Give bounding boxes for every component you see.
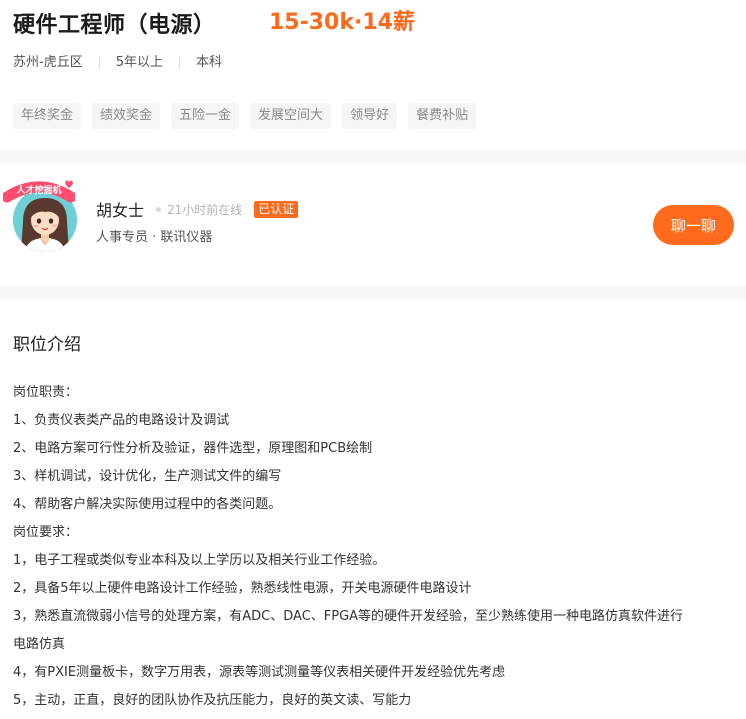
avatar-badge-label: 人才挖掘机 (15, 184, 61, 196)
job-education: 本科 (178, 56, 238, 70)
description-line: 3、样机调试，设计优化，生产测试文件的编写 (13, 469, 282, 484)
benefit-tag: 年终奖金 (13, 103, 82, 129)
benefit-tag: 餐费补贴 (408, 103, 477, 129)
description-line: 4、帮助客户解决实际使用过程中的各类问题。 (13, 497, 282, 512)
job-location: 苏州-虎丘区 (13, 55, 83, 70)
description-line: 3，熟悉直流微弱小信号的处理方案，有ADC、DAC、FPGA等的硬件开发经验，至… (13, 609, 684, 624)
benefit-tag: 领导好 (342, 103, 398, 129)
talent-badge-icon: 人才挖掘机 (1, 180, 77, 203)
description-line: 岗位要求： (13, 525, 79, 540)
job-header: 硬件工程师（电源） 15-30k·14薪 苏州-虎丘区 5年以上 本科 年终奖金… (0, 0, 746, 150)
recruiter-name: 胡女士 (96, 201, 145, 220)
description-line: 1，电子工程或类似专业本科及以上学历以及相关行业工作经验。 (13, 553, 386, 568)
chat-button[interactable]: 聊一聊 (653, 205, 734, 245)
description-line: 2，具备5年以上硬件电路设计工作经验，熟悉线性电源，开关电源硬件电路设计 (13, 581, 472, 596)
avatar-badge: 人才挖掘机 (1, 177, 77, 203)
job-title-row: 硬件工程师（电源） (13, 6, 216, 40)
recruiter-name-row: 胡女士 21小时前在线 已认证 (96, 197, 299, 221)
section-title: 职位介绍 (13, 335, 81, 355)
description-body: 岗位职责： 1、负责仪表类产品的电路设计及调试 2、电路方案可行性分析及验证，器… (13, 379, 733, 715)
description-line: 2、电路方案可行性分析及验证，器件选型，原理图和PCB绘制 (13, 441, 373, 456)
job-description: 职位介绍 岗位职责： 1、负责仪表类产品的电路设计及调试 2、电路方案可行性分析… (0, 300, 746, 719)
description-line: 5，主动，正直，良好的团队协作及抗压能力，良好的英文读、写能力 (13, 693, 412, 708)
benefit-tag: 发展空间大 (250, 103, 332, 129)
description-line: 1、负责仪表类产品的电路设计及调试 (13, 413, 230, 428)
description-line: 岗位职责： (13, 385, 79, 400)
description-line: 4，有PXIE测量板卡，数字万用表，源表等测试测量等仪表相关硬件开发经验优先考虑 (13, 665, 506, 680)
job-title: 硬件工程师（电源） (13, 13, 216, 38)
section-divider (0, 150, 746, 164)
benefit-tags: 年终奖金 绩效奖金 五险一金 发展空间大 领导好 餐费补贴 (13, 103, 477, 129)
salary: 15-30k·14薪 (269, 10, 415, 35)
description-line: 电路仿真 (13, 637, 66, 652)
benefit-tag: 五险一金 (171, 103, 240, 129)
job-meta: 苏州-虎丘区 5年以上 本科 (13, 52, 238, 74)
benefit-tag: 绩效奖金 (92, 103, 161, 129)
recruiter-card: 人才挖掘机 胡女士 21小时前在线 已认证 人事专员 · 联讯仪器 聊一聊 (0, 164, 746, 286)
section-divider (0, 286, 746, 300)
online-status: 21小时前在线 (167, 202, 243, 217)
recruiter-role: 人事专员 · 联讯仪器 (96, 230, 213, 245)
job-experience: 5年以上 (98, 56, 179, 70)
verified-badge: 已认证 (254, 200, 299, 218)
online-dot-icon (156, 206, 162, 212)
